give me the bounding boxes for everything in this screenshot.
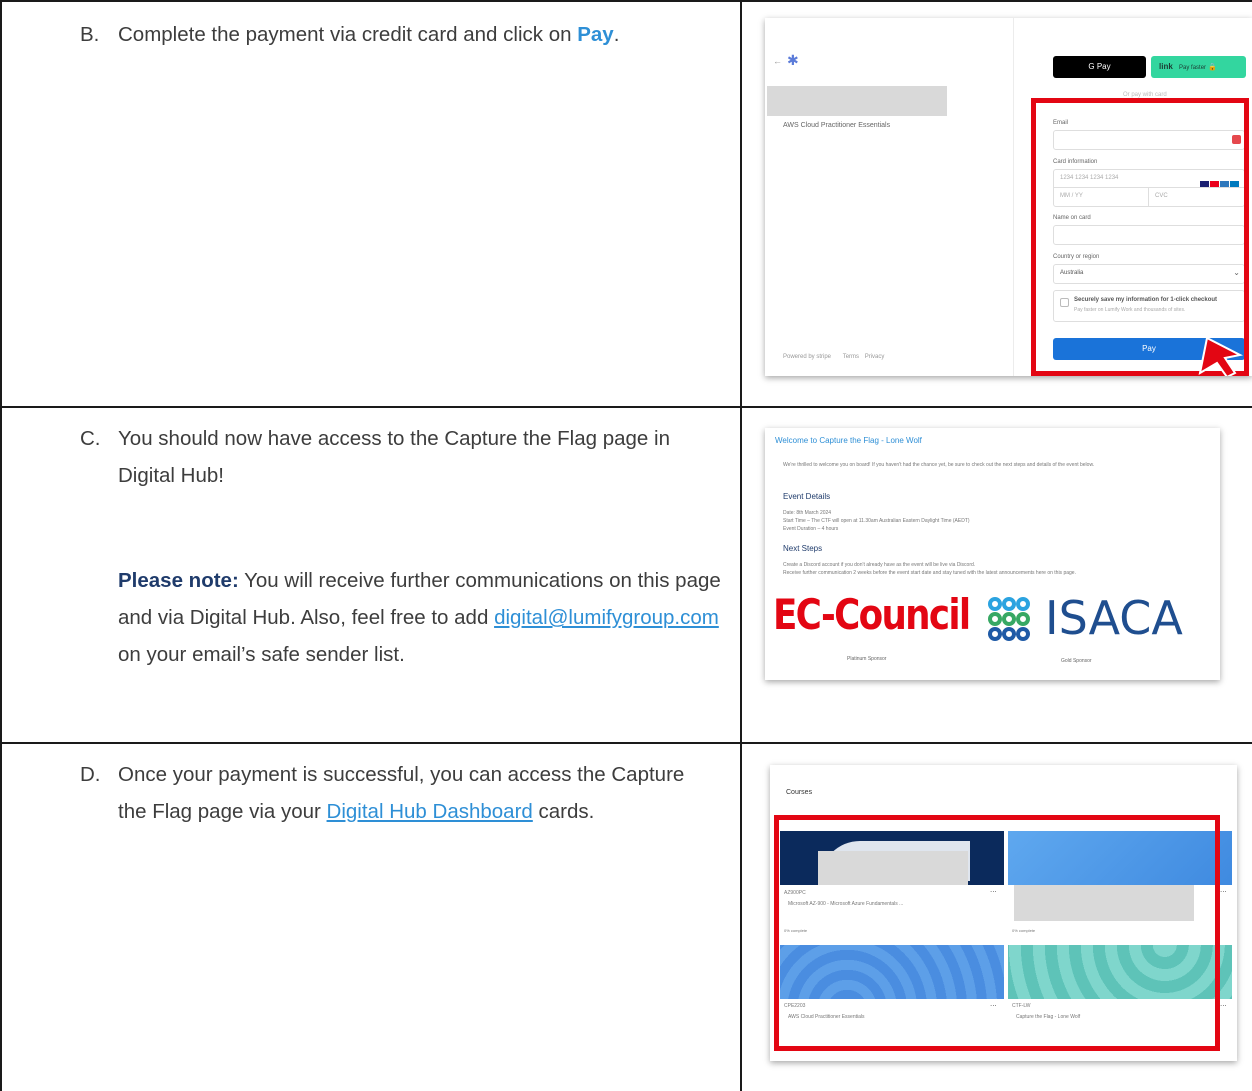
event-details-heading: Event Details (783, 492, 831, 501)
event-date: Date: 8th March 2024 (783, 510, 832, 516)
email-link[interactable]: digital@lumifygroup.com (494, 606, 719, 629)
link-pay-button[interactable]: link Pay faster 🔒 (1151, 56, 1246, 78)
dashboard-link[interactable]: Digital Hub Dashboard (327, 800, 533, 823)
ctf-intro: We're thrilled to welcome you on board! … (783, 462, 1095, 468)
table-row-divider (0, 742, 1252, 744)
product-name: AWS Cloud Practitioner Essentials (783, 122, 891, 129)
back-arrow-icon[interactable]: ← (773, 56, 782, 66)
step-text: Complete the payment via credit card and… (118, 23, 578, 46)
privacy-link[interactable]: Privacy (865, 354, 885, 360)
step-text: You should now have access to the Captur… (118, 427, 670, 487)
more-icon[interactable]: ... (1220, 885, 1227, 894)
step-b-text: B. Complete the payment via credit card a… (80, 16, 730, 53)
pay-highlight: Pay (577, 23, 614, 46)
checkout-divider (1013, 18, 1014, 376)
next-step-2: Receive further communication 2 weeks be… (783, 570, 1076, 576)
next-step-1: Create a Discord account if you don't al… (783, 562, 976, 568)
gold-sponsor-label: Gold Sponsor (1061, 658, 1092, 664)
step-text-end: . (613, 23, 620, 46)
redacted-block (767, 86, 947, 116)
event-duration: Event Duration – 4 hours (783, 526, 839, 532)
ctf-page-screenshot: Welcome to Capture the Flag - Lone Wolf … (765, 428, 1220, 680)
event-details-body: Date: 8th March 2024 Start Time – The CT… (783, 509, 970, 533)
note-label: Please note: (118, 569, 239, 592)
powered-by-text: Powered by stripe (783, 354, 832, 360)
table-border-top (0, 0, 1252, 2)
gpay-button[interactable]: G Pay (1053, 56, 1146, 78)
more-icon[interactable]: ... (1220, 999, 1227, 1008)
step-c-text: C. You should now have access to the Cap… (80, 420, 730, 494)
table-row-divider (0, 406, 1252, 408)
highlight-box (774, 815, 1220, 1051)
star-logo-icon: ✱ (787, 52, 799, 68)
checkout-screenshot: ← ✱ AWS Cloud Practitioner Essentials Po… (765, 18, 1252, 376)
step-letter: D. (80, 763, 101, 786)
gpay-label: G Pay (1088, 62, 1111, 71)
courses-heading: Courses (786, 789, 813, 796)
platinum-sponsor-label: Platinum Sponsor (847, 656, 887, 662)
event-start: Start Time – The CTF will open at 11.30a… (783, 518, 970, 524)
terms-link[interactable]: Terms (843, 354, 859, 360)
link-label: link (1159, 62, 1173, 71)
step-d-text: D. Once your payment is successful, you … (80, 756, 730, 830)
step-letter: B. (80, 23, 100, 46)
please-note: Please note: You will receive further co… (118, 562, 730, 673)
cursor-arrow-icon (1198, 336, 1243, 376)
dashboard-screenshot: Courses AZ900PC Microsoft AZ-900 - Micro… (770, 765, 1237, 1061)
isaca-logo: ISACA (1045, 591, 1183, 645)
ec-council-logo: EC-Council (773, 590, 971, 639)
isaca-rings-icon (988, 597, 1030, 641)
next-steps-body: Create a Discord account if you don't al… (783, 561, 1076, 577)
note-after: on your email’s safe sender list. (118, 643, 405, 666)
step-text-end: cards. (532, 800, 595, 823)
powered-by: Powered by stripe Terms Privacy (783, 354, 884, 360)
ctf-title: Welcome to Capture the Flag - Lone Wolf (775, 436, 922, 445)
next-steps-heading: Next Steps (783, 544, 823, 553)
lock-icon: 🔒 (1208, 64, 1217, 71)
step-letter: C. (80, 427, 101, 450)
table-border-left (0, 0, 2, 1091)
link-sublabel: Pay faster (1179, 65, 1207, 71)
table-column-divider (740, 0, 742, 1091)
